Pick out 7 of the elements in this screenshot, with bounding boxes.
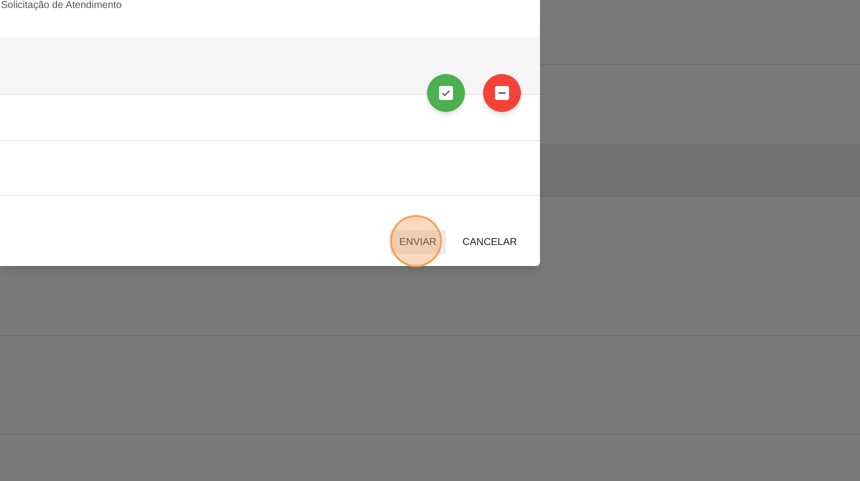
dialog-title: Solicitação de Atendimento [1,0,122,11]
dialog-button[interactable]: ENVIAR [390,230,446,254]
minus-box-icon [495,86,509,100]
approve-button[interactable] [427,74,465,112]
checkbox-icon [439,86,453,100]
dialog-button[interactable]: CANCELAR [454,230,526,254]
remove-button[interactable] [483,74,521,112]
